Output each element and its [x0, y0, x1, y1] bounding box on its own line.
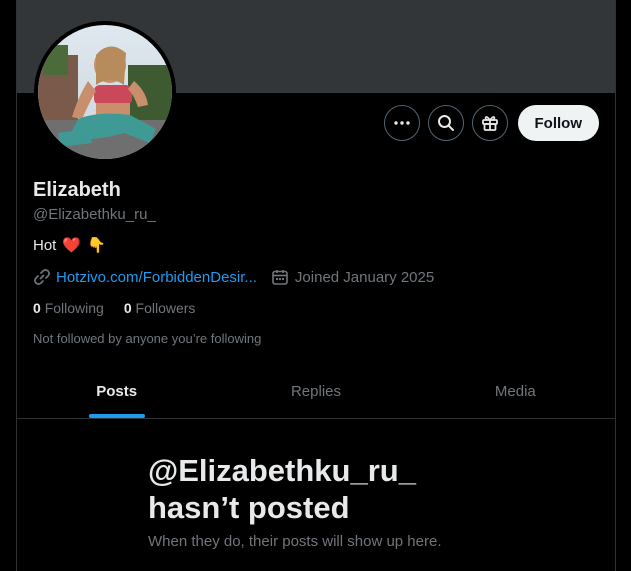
empty-state-subtitle: When they do, their posts will show up h… [148, 533, 442, 550]
joined-date: Joined January 2025 [294, 268, 435, 286]
following-count: 0 [33, 300, 41, 316]
more-icon [393, 121, 410, 125]
heart-emoji: ❤️ [62, 237, 82, 254]
pointing-down-emoji: 👇 [87, 237, 106, 254]
tab-posts[interactable]: Posts [17, 365, 216, 418]
profile-handle: @Elizabethku_ru_ [33, 206, 156, 223]
bio-text: Hot [33, 236, 57, 254]
following-link[interactable]: 0 Following [33, 300, 104, 316]
followers-label: Followers [135, 300, 196, 316]
profile-meta: Hotzivo.com/ForbiddenDesir... Joined Jan… [33, 268, 434, 286]
tab-label: Replies [290, 383, 341, 400]
tab-replies[interactable]: Replies [216, 365, 415, 418]
follow-button[interactable]: Follow [517, 105, 599, 141]
profile-bio: Hot ❤️ 👇 [33, 236, 106, 255]
more-button[interactable] [383, 105, 420, 141]
gift-icon [481, 116, 498, 131]
followed-by-note: Not followed by anyone you’re following [33, 331, 262, 346]
profile-name: Elizabeth [33, 179, 121, 201]
tab-media[interactable]: Media [416, 365, 615, 418]
follow-counts: 0 Following 0 Followers [33, 300, 195, 316]
search-button[interactable] [427, 105, 464, 141]
empty-state-title-line1: @Elizabethku_ru_ [148, 453, 416, 488]
profile-website-link[interactable]: Hotzivo.com/ForbiddenDesir... [56, 269, 257, 286]
calendar-icon [272, 270, 288, 285]
active-tab-indicator [88, 414, 145, 418]
empty-state-title-line2: hasn’t posted [148, 490, 350, 525]
following-label: Following [44, 300, 104, 316]
followers-count: 0 [123, 300, 132, 316]
profile-column: Follow Elizabeth @Elizabethku_ru_ Hot ❤️… [16, 0, 616, 571]
profile-tabs: Posts Replies Media [17, 365, 615, 419]
link-icon [34, 269, 50, 285]
empty-state-title: @Elizabethku_ru_ hasn’t posted [148, 452, 548, 526]
tab-label: Posts [96, 383, 138, 400]
search-icon [437, 115, 454, 131]
followers-link[interactable]: 0 Followers [124, 300, 196, 316]
subscribe-button[interactable] [471, 105, 508, 141]
avatar[interactable] [34, 21, 176, 163]
profile-actions: Follow [383, 105, 599, 141]
tab-label: Media [494, 383, 536, 400]
